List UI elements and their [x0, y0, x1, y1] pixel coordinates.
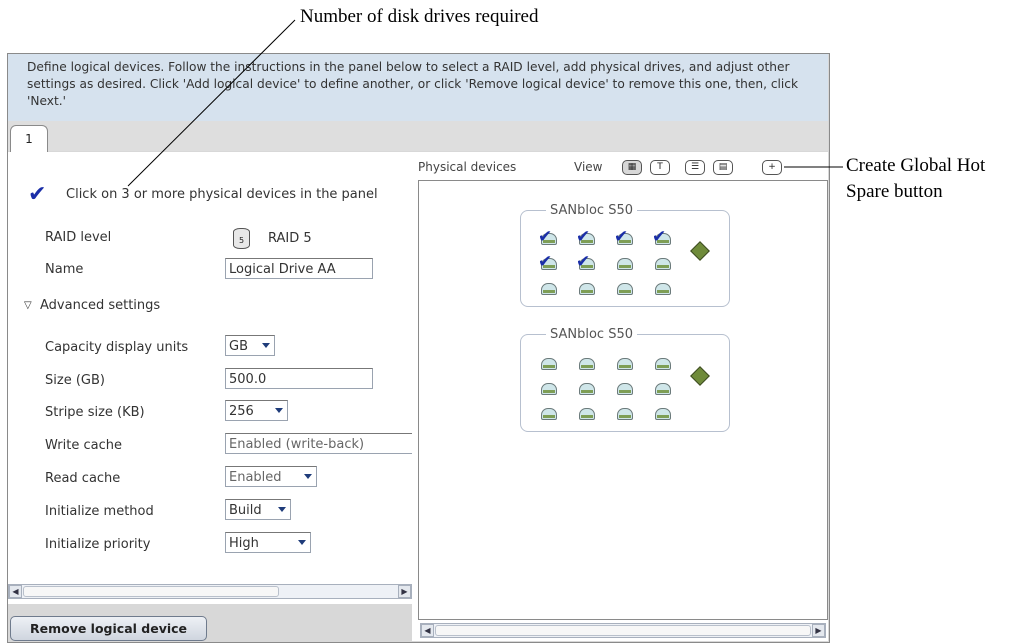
- callout-line-disk-drives: [127, 19, 296, 187]
- callout-lines: [127, 19, 843, 187]
